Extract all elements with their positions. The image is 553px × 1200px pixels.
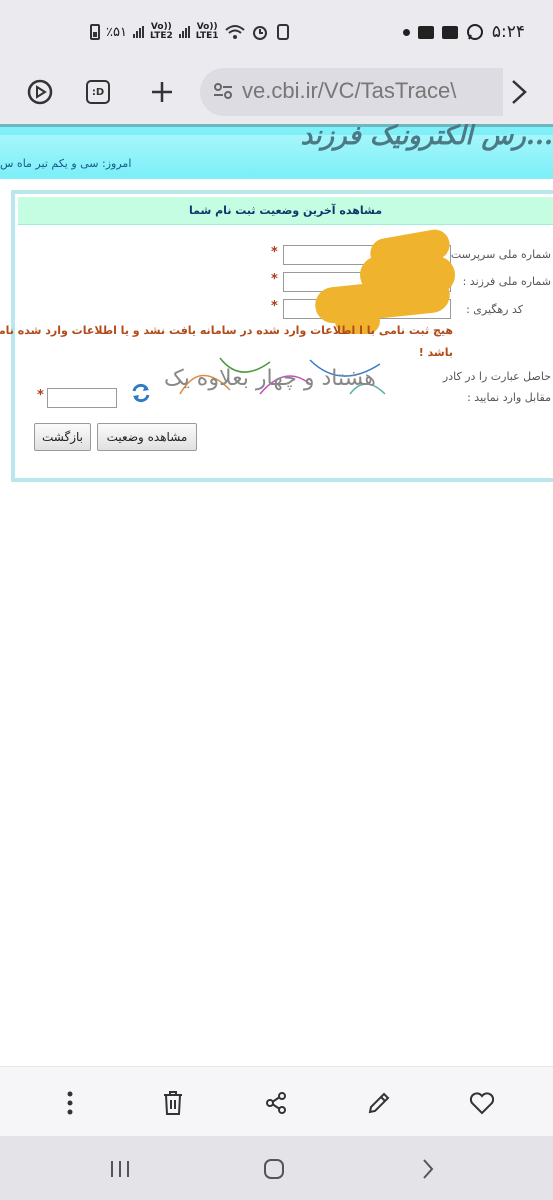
date-prefix: امروز: (102, 157, 132, 170)
refresh-captcha-icon[interactable] (130, 382, 152, 404)
signal-icon (132, 26, 144, 38)
wifi-icon (224, 25, 245, 39)
edit-pencil-icon[interactable] (361, 1085, 397, 1121)
battery-percent: ٪۵۱ (106, 24, 127, 40)
signal-icon-2 (178, 26, 190, 38)
more-options-icon[interactable] (52, 1085, 88, 1121)
captcha-label-1: حاصل عبارت را در کادر (442, 370, 551, 383)
system-nav-bar (0, 1136, 553, 1200)
browser-action-bar (0, 1066, 553, 1136)
sim2-label: LTE1 (195, 31, 219, 41)
sim1-label: LTE2 (149, 31, 173, 41)
guardian-id-label: شماره ملی سرپرست : (443, 248, 551, 261)
home-icon[interactable] (254, 1154, 294, 1184)
heart-icon[interactable] (464, 1085, 500, 1121)
image-icon (441, 25, 458, 39)
media-play-icon[interactable] (20, 72, 60, 112)
site-header: ...رس الکترونیک فرزند امروز: سی و یکم تی… (0, 124, 553, 179)
folder-icon (417, 25, 434, 39)
status-bar: ٪۵۱ Vo)) LTE2 Vo)) LTE1 ۵:۲۴ (0, 0, 553, 64)
status-left-group: ۵:۲۴ (402, 20, 525, 44)
whatsapp-icon (466, 24, 483, 40)
today-date: امروز: سی و یکم تیر ماه س (0, 157, 131, 170)
recycle-icon (276, 24, 289, 40)
site-settings-icon[interactable] (212, 80, 234, 102)
status-right-group: ٪۵۱ Vo)) LTE2 Vo)) LTE1 (90, 20, 291, 44)
required-star: * (271, 245, 278, 260)
alarm-icon (252, 26, 267, 40)
view-status-button[interactable]: مشاهده وضعیت (97, 423, 197, 451)
required-star: * (271, 299, 278, 314)
share-icon[interactable] (258, 1085, 294, 1121)
clock: ۵:۲۴ (491, 22, 525, 42)
back-button[interactable]: بازگشت (34, 423, 91, 451)
trash-icon[interactable] (155, 1085, 191, 1121)
status-form-box: مشاهده آخرین وضعیت ثبت نام شما شماره ملی… (0, 190, 553, 482)
web-page: ...رس الکترونیک فرزند امروز: سی و یکم تی… (0, 124, 553, 1066)
chevron-right-icon[interactable] (498, 72, 538, 112)
required-star: * (271, 272, 278, 287)
site-logo: ...رس الکترونیک فرزند (300, 124, 553, 151)
captcha-answer-input[interactable] (47, 388, 117, 408)
sim2-indicator: Vo)) LTE1 (196, 23, 219, 41)
back-chevron-icon[interactable] (408, 1154, 448, 1184)
new-tab-plus-icon[interactable] (142, 72, 182, 112)
phone-screen: { "status_bar": { "battery": "٪۵۱", "sim… (0, 0, 553, 1200)
child-id-label: شماره ملی فرزند : (462, 275, 551, 288)
captcha-image: هشتاد و چهار بعلاوه یک (160, 354, 390, 400)
recent-apps-icon[interactable] (100, 1154, 140, 1184)
tabs-count: :D (86, 80, 110, 104)
url-text: ve.cbi.ir/VC/TasTrace\ (242, 78, 457, 103)
tracking-code-label: کد رهگیری : (466, 303, 523, 316)
battery-icon (90, 24, 100, 40)
error-message-line2: باشد ! (418, 346, 453, 359)
browser-toolbar: :D ve.cbi.ir/VC/TasTrace\ (0, 64, 553, 124)
form-title: مشاهده آخرین وضعیت ثبت نام شما (18, 197, 553, 225)
date-value: سی و یکم تیر ماه س (0, 157, 99, 170)
error-message-line1: هیچ ثبت نامی با ا اطلاعات وارد شده در سا… (0, 324, 453, 337)
captcha-label-2: مقابل وارد نمایید : (467, 391, 551, 404)
required-star: * (37, 388, 44, 403)
captcha-text: هشتاد و چهار بعلاوه یک (164, 366, 376, 391)
sim1-indicator: Vo)) LTE2 (150, 23, 173, 41)
notification-dot-icon (402, 28, 410, 36)
tabs-button[interactable]: :D (78, 72, 118, 112)
